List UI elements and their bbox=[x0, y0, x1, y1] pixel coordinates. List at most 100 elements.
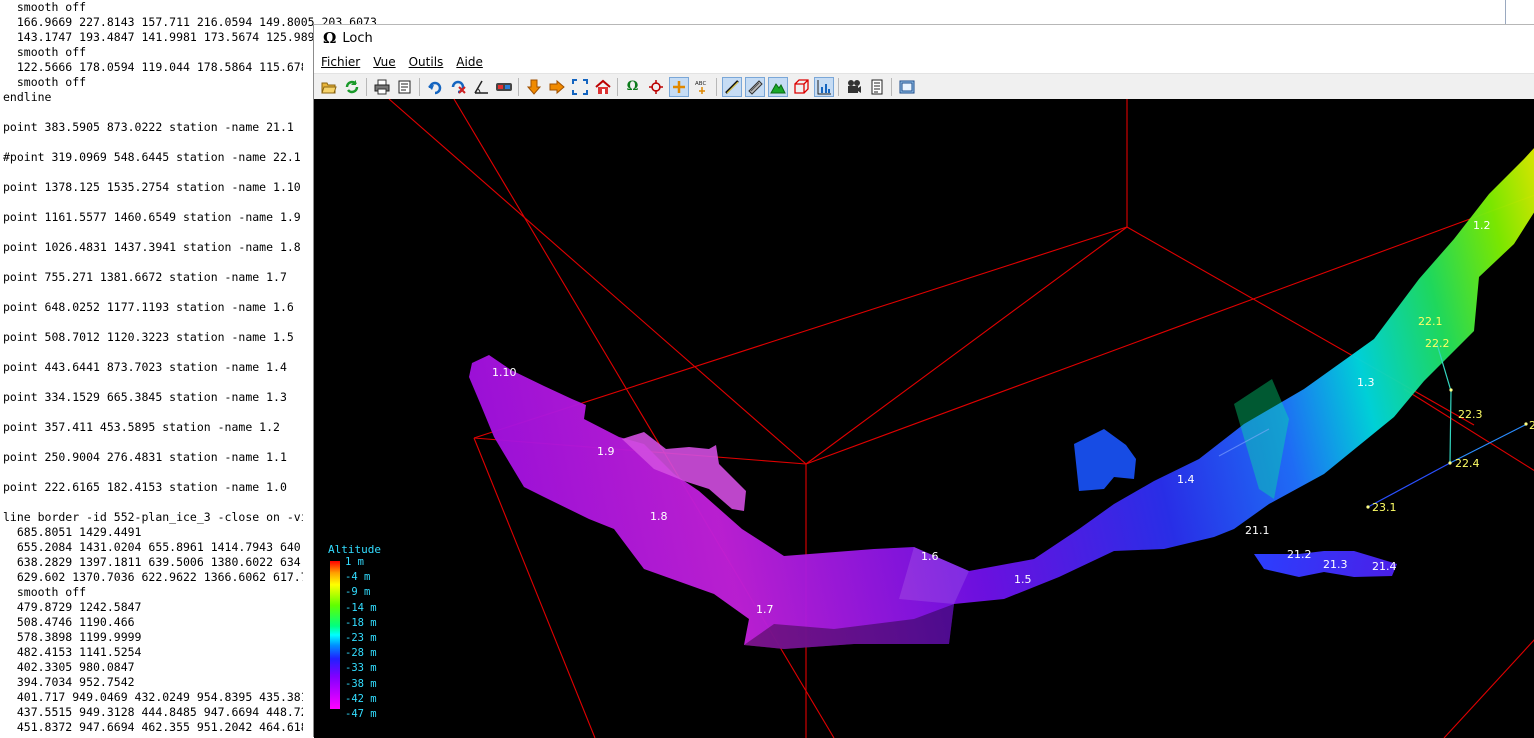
editor-line: point 1161.5577 1460.6549 station -name … bbox=[3, 210, 301, 224]
editor-line: 685.8051 1429.4491 bbox=[3, 525, 142, 539]
menu-fichier[interactable]: Fichier bbox=[321, 55, 360, 69]
cave-model bbox=[469, 148, 1534, 649]
editor-line: 638.2829 1397.1811 639.5006 1380.6022 63… bbox=[3, 555, 303, 569]
rotate-icon[interactable] bbox=[425, 77, 445, 97]
editor-line: line border -id 552-plan_ice_3 -close on… bbox=[3, 510, 303, 524]
editor-line: endline bbox=[3, 90, 52, 104]
station-label: 21.3 bbox=[1323, 558, 1348, 571]
station-label: 22.1 bbox=[1418, 315, 1443, 328]
editor-line: point 222.6165 182.4153 station -name 1.… bbox=[3, 480, 287, 494]
toolbar: Ω ABC bbox=[314, 73, 1534, 99]
camera-icon[interactable] bbox=[844, 77, 864, 97]
editor-line: point 443.6441 873.7023 station -name 1.… bbox=[3, 360, 287, 374]
station-label: 1.8 bbox=[650, 510, 668, 523]
editor-line: point 250.9004 276.4831 station -name 1.… bbox=[3, 450, 287, 464]
altitude-legend: Altitude 1 m -4 m -9 m -14 m -18 m -23 m… bbox=[328, 543, 408, 723]
export-icon[interactable] bbox=[395, 77, 415, 97]
legend-value: -14 m bbox=[345, 601, 377, 614]
fullscreen-icon[interactable] bbox=[570, 77, 590, 97]
window-title: Loch bbox=[342, 30, 373, 46]
right-arrow-icon[interactable] bbox=[547, 77, 567, 97]
editor-scrollbar[interactable] bbox=[1505, 0, 1506, 24]
editor-line: 479.8729 1242.5847 bbox=[3, 600, 142, 614]
editor-line: smooth off bbox=[3, 585, 87, 599]
down-arrow-icon[interactable] bbox=[524, 77, 544, 97]
editor-line: point 508.7012 1120.3223 station -name 1… bbox=[3, 330, 294, 344]
legend-value: -28 m bbox=[345, 647, 377, 660]
crosshair-icon[interactable] bbox=[668, 76, 689, 97]
legend-value: -47 m bbox=[345, 707, 377, 720]
editor-line: 629.602 1370.7036 622.9622 1366.6062 617… bbox=[3, 570, 303, 584]
legend-value: -4 m bbox=[345, 571, 371, 584]
station-label: 23.1 bbox=[1372, 501, 1397, 514]
station-label: 2 bbox=[1529, 419, 1534, 432]
legend-value: -38 m bbox=[345, 677, 377, 690]
target-icon[interactable] bbox=[646, 77, 666, 97]
station-label: 21.4 bbox=[1372, 560, 1397, 573]
title-bar[interactable]: Ω Loch bbox=[314, 25, 1534, 51]
depth-icon[interactable] bbox=[813, 76, 834, 97]
spin-icon[interactable] bbox=[448, 77, 468, 97]
station-label: 21.1 bbox=[1245, 524, 1270, 537]
station-label: 1.5 bbox=[1014, 573, 1032, 586]
stereo-icon[interactable] bbox=[494, 77, 514, 97]
station-label: 22.4 bbox=[1455, 457, 1480, 470]
label-icon[interactable]: ABC bbox=[692, 77, 712, 97]
window-icon[interactable] bbox=[897, 77, 917, 97]
legend-value: 1 m bbox=[345, 556, 364, 568]
notes-icon[interactable] bbox=[867, 77, 887, 97]
home-icon[interactable] bbox=[593, 77, 613, 97]
editor-line: 578.3898 1199.9999 bbox=[3, 630, 142, 644]
station-label: 1.3 bbox=[1357, 376, 1375, 389]
editor-line: point 357.411 453.5895 station -name 1.2 bbox=[3, 420, 280, 434]
editor-line: 482.4153 1141.5254 bbox=[3, 645, 142, 659]
editor-line: 401.717 949.0469 432.0249 954.8395 435.3… bbox=[3, 690, 303, 704]
station-label: 1.10 bbox=[492, 366, 517, 379]
svg-text:ABC: ABC bbox=[695, 81, 706, 87]
editor-line: 508.4746 1190.466 bbox=[3, 615, 135, 629]
print-icon[interactable] bbox=[372, 77, 392, 97]
3d-viewport[interactable]: 1.10 1.9 1.8 1.7 1.6 1.5 1.4 1.3 1.2 21.… bbox=[314, 99, 1534, 738]
station-label: 1.9 bbox=[597, 445, 615, 458]
angle-icon[interactable] bbox=[471, 77, 491, 97]
omega-icon[interactable]: Ω bbox=[623, 77, 643, 97]
menu-vue[interactable]: Vue bbox=[373, 55, 395, 69]
editor-line: 437.5515 949.3128 444.8485 947.6694 448.… bbox=[3, 705, 303, 719]
legend-value: -33 m bbox=[345, 662, 377, 675]
legend-values: 1 m -4 m -9 m -14 m -18 m -23 m -28 m -3… bbox=[345, 555, 377, 722]
centerline-icon[interactable] bbox=[721, 76, 742, 97]
editor-line: point 755.271 1381.6672 station -name 1.… bbox=[3, 270, 287, 284]
surface-icon[interactable] bbox=[767, 76, 788, 97]
reload-icon[interactable] bbox=[342, 77, 362, 97]
menu-aide[interactable]: Aide bbox=[456, 55, 483, 69]
box-icon[interactable] bbox=[791, 77, 811, 97]
editor-line: point 383.5905 873.0222 station -name 21… bbox=[3, 120, 294, 134]
omega-app-icon: Ω bbox=[323, 29, 337, 47]
open-icon[interactable] bbox=[319, 77, 339, 97]
editor-line: 655.2084 1431.0204 655.8961 1414.7943 64… bbox=[3, 540, 303, 554]
editor-line: smooth off bbox=[3, 0, 87, 14]
legend-value: -9 m bbox=[345, 586, 371, 599]
legend-color-bar bbox=[330, 561, 340, 709]
station-label: 22.2 bbox=[1425, 337, 1450, 350]
station-label: 1.6 bbox=[921, 550, 939, 563]
walls-icon[interactable] bbox=[744, 76, 765, 97]
menu-bar: Fichier Vue Outils Aide bbox=[314, 51, 1534, 73]
menu-outils[interactable]: Outils bbox=[409, 55, 444, 69]
legend-value: -23 m bbox=[345, 631, 377, 644]
station-label: 1.7 bbox=[756, 603, 774, 616]
editor-line: point 648.0252 1177.1193 station -name 1… bbox=[3, 300, 294, 314]
